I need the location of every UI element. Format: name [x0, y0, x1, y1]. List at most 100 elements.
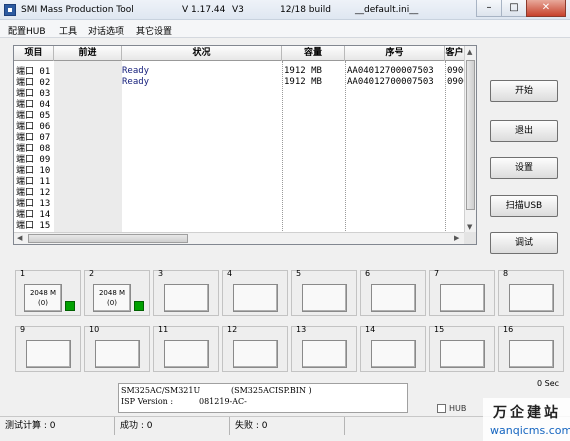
settings-button[interactable]: 设置 [490, 157, 558, 179]
slot-number: 15 [434, 325, 445, 334]
header-item[interactable]: 项目 [14, 46, 54, 61]
slot-status-indicator [65, 301, 75, 311]
column-divider [345, 61, 346, 233]
title-build: 12/18 build [280, 5, 331, 15]
slot-number: 4 [227, 269, 233, 278]
slot-button[interactable] [509, 340, 554, 368]
slot-button[interactable] [95, 340, 140, 368]
menu-tools[interactable]: 工具 [59, 24, 77, 37]
exit-button[interactable]: 退出 [490, 120, 558, 142]
port-slot-2: 2 2048 M (0) [84, 269, 150, 316]
header-serial[interactable]: 序号 [345, 46, 445, 61]
debug-button[interactable]: 调试 [490, 232, 558, 254]
window-controls: – □ ✕ [476, 0, 566, 17]
title-version: V 1.17.44 [182, 5, 226, 15]
slot-button[interactable] [371, 340, 416, 368]
scroll-corner [464, 232, 476, 244]
menu-other-settings[interactable]: 其它设置 [136, 24, 172, 37]
port-slot-11: 11 [153, 325, 219, 372]
slot-button[interactable] [233, 340, 278, 368]
port-slot-1: 1 2048 M (0) [15, 269, 81, 316]
slot-button[interactable] [302, 284, 347, 312]
slot-count: (0) [38, 299, 48, 307]
port-label[interactable]: 端口 15 [16, 218, 50, 231]
port-slot-14: 14 [360, 325, 426, 372]
port-slot-13: 13 [291, 325, 357, 372]
port-slot-4: 4 [222, 269, 288, 316]
minimize-button[interactable]: – [476, 0, 502, 17]
menu-dialog-options[interactable]: 对话选项 [88, 24, 124, 37]
horizontal-scroll-thumb[interactable] [28, 234, 188, 243]
menu-config-hub[interactable]: 配置HUB [8, 24, 46, 37]
slot-number: 3 [158, 269, 164, 278]
horizontal-scrollbar[interactable]: ◀ ▶ [14, 232, 465, 244]
row-capacity: 1912 MB [284, 77, 322, 87]
app-icon [4, 4, 16, 16]
row-status: Ready [122, 66, 150, 76]
slot-button[interactable] [440, 340, 485, 368]
scroll-down-icon[interactable]: ▼ [467, 223, 472, 231]
slot-number: 14 [365, 325, 376, 334]
slot-button[interactable] [371, 284, 416, 312]
test-count-field: 测试计算 : 0 [0, 417, 115, 435]
timer-readout: 0 Sec [537, 379, 560, 388]
slot-button[interactable]: 2048 M (0) [93, 284, 131, 312]
slot-status-indicator [134, 301, 144, 311]
controller-model: SM325AC/SM321U [121, 386, 201, 395]
scroll-up-icon[interactable]: ▲ [467, 48, 472, 56]
slot-button[interactable] [233, 284, 278, 312]
slot-button[interactable] [440, 284, 485, 312]
slot-button[interactable] [26, 340, 71, 368]
slot-number: 1 [20, 269, 26, 278]
slot-capacity: 2048 M [29, 289, 57, 297]
slot-button[interactable] [164, 284, 209, 312]
slot-number: 11 [158, 325, 169, 334]
isp-version-label: ISP Version : [121, 397, 174, 406]
slot-button[interactable] [164, 340, 209, 368]
firmware-info-panel: SM325AC/SM321U (SM325ACISP.BIN ) ISP Ver… [118, 383, 408, 413]
port-slot-10: 10 [84, 325, 150, 372]
slot-number: 16 [503, 325, 514, 334]
hub-checkbox[interactable] [437, 404, 446, 413]
scan-usb-button[interactable]: 扫描USB [490, 195, 558, 217]
slot-number: 8 [503, 269, 509, 278]
watermark-url: wanqicms.com [490, 424, 570, 437]
slot-number: 10 [89, 325, 100, 334]
slot-number: 7 [434, 269, 440, 278]
port-slot-5: 5 [291, 269, 357, 316]
port-table[interactable]: 项目 前进 状况 容量 序号 客户 端口 01 端口 02 端口 03 端口 0… [13, 45, 477, 245]
port-slot-16: 16 [498, 325, 564, 372]
table-header: 项目 前进 状况 容量 序号 客户 [14, 46, 465, 61]
row-customer: 0900 [447, 66, 465, 76]
slot-number: 2 [89, 269, 95, 278]
slot-button[interactable]: 2048 M (0) [24, 284, 62, 312]
port-slot-9: 9 [15, 325, 81, 372]
scroll-left-icon[interactable]: ◀ [17, 234, 22, 242]
column-divider [282, 61, 283, 233]
slot-button[interactable] [509, 284, 554, 312]
port-slot-15: 15 [429, 325, 495, 372]
slot-capacity: 2048 M [98, 289, 126, 297]
title-bar: SMI Mass Production Tool V 1.17.44 V3 12… [0, 0, 570, 20]
header-status[interactable]: 状况 [122, 46, 282, 61]
isp-version-value: 081219-AC- [199, 397, 247, 406]
vertical-scroll-thumb[interactable] [466, 60, 475, 210]
row-capacity: 1912 MB [284, 66, 322, 76]
header-customer[interactable]: 客户 [445, 46, 465, 61]
header-progress[interactable]: 前进 [54, 46, 122, 61]
main-window: SMI Mass Production Tool V 1.17.44 V3 12… [0, 0, 570, 441]
menu-bar: 配置HUB 工具 对话选项 其它设置 [0, 20, 570, 38]
watermark-logo-text: 万企建站 [493, 405, 561, 421]
start-button[interactable]: 开始 [490, 80, 558, 102]
header-capacity[interactable]: 容量 [282, 46, 345, 61]
close-button[interactable]: ✕ [526, 0, 566, 17]
maximize-button[interactable]: □ [501, 0, 527, 17]
slot-button[interactable] [302, 340, 347, 368]
slot-number: 5 [296, 269, 302, 278]
slot-number: 9 [20, 325, 26, 334]
row-customer: 0900 [447, 77, 465, 87]
port-slot-3: 3 [153, 269, 219, 316]
scroll-right-icon[interactable]: ▶ [454, 234, 459, 242]
vertical-scrollbar[interactable]: ▲ ▼ [464, 46, 476, 233]
row-serial: AA04012700007503 [347, 66, 434, 76]
